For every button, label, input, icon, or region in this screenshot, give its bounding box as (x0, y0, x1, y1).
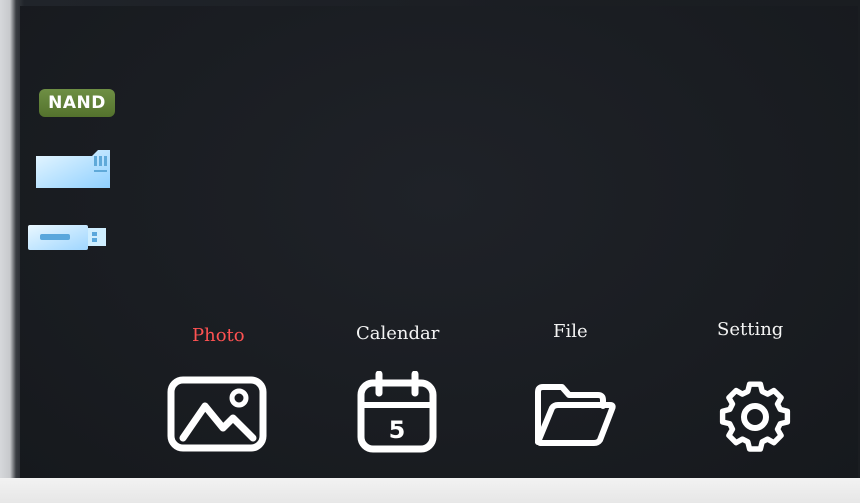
menu-label-photo[interactable]: Photo (192, 325, 245, 346)
menu-label-file[interactable]: File (553, 321, 588, 342)
device-bezel-bottom (0, 478, 860, 503)
calendar-day-number: 5 (389, 416, 406, 444)
photo-icon[interactable] (167, 376, 267, 452)
gear-icon[interactable] (714, 381, 796, 453)
nand-label: NAND (48, 93, 106, 113)
sd-card-icon[interactable] (34, 150, 112, 190)
folder-icon[interactable] (534, 382, 616, 448)
menu-label-setting[interactable]: Setting (717, 319, 783, 340)
usb-drive-icon[interactable] (26, 222, 108, 252)
storage-nand-button[interactable]: NAND (39, 89, 115, 117)
photo-frame-device: NAND Photo Calendar File Setting 5 (0, 0, 860, 503)
menu-label-calendar[interactable]: Calendar (356, 323, 439, 344)
calendar-icon[interactable]: 5 (357, 371, 437, 453)
